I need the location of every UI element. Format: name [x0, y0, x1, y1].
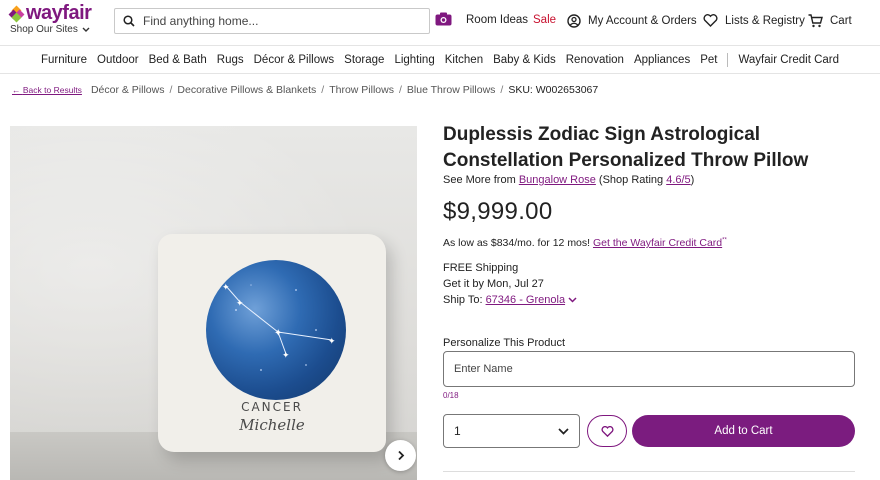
chevron-down-icon	[558, 427, 569, 435]
brand-line: See More from Bungalow Rose (Shop Rating…	[443, 174, 694, 186]
product-image[interactable]: ✦ ✦ ✦ ✦ ✦ CANCER Michelle	[10, 126, 417, 480]
chevron-right-icon	[397, 450, 404, 461]
account-label: My Account & Orders	[588, 15, 697, 27]
heart-icon	[600, 425, 614, 437]
cart-label: Cart	[830, 15, 852, 27]
account-icon	[567, 14, 581, 28]
nav-divider	[727, 52, 729, 67]
section-divider	[443, 471, 855, 472]
personalize-name-input[interactable]	[443, 351, 855, 387]
svg-text:✦: ✦	[222, 282, 230, 292]
rating-suffix: )	[690, 174, 695, 186]
product-price: $9,999.00	[443, 198, 553, 225]
financing-line: As low as $834/mo. for 12 mos! Get the W…	[443, 237, 727, 249]
shop-our-sites-dropdown[interactable]: Shop Our Sites	[10, 24, 90, 35]
search-icon[interactable]	[123, 15, 135, 27]
free-shipping-text: FREE Shipping	[443, 262, 519, 274]
favorite-button[interactable]	[587, 415, 627, 447]
breadcrumb-separator: /	[398, 84, 402, 96]
breadcrumb-separator: /	[169, 84, 173, 96]
account-link[interactable]: My Account & Orders	[567, 14, 697, 28]
nav-item-decor-pillows[interactable]: Décor & Pillows	[249, 54, 340, 66]
constellation-circle: ✦ ✦ ✦ ✦ ✦	[206, 260, 346, 400]
zodiac-sign-text: CANCER	[241, 400, 303, 414]
lists-registry-label: Lists & Registry	[725, 14, 805, 27]
breadcrumb-item[interactable]: Decorative Pillows & Blankets	[177, 84, 316, 96]
search-bar	[114, 8, 430, 34]
nav-item-kitchen[interactable]: Kitchen	[440, 54, 488, 66]
nav-item-outdoor[interactable]: Outdoor	[92, 54, 144, 66]
room-ideas-label: Room Ideas	[466, 14, 529, 26]
nav-item-furniture[interactable]: Furniture	[36, 54, 92, 66]
quantity-select[interactable]: 1	[443, 414, 580, 448]
shop-sites-label: Shop Our Sites	[10, 24, 78, 35]
search-input[interactable]	[143, 14, 403, 28]
wayfair-logo-mark-icon	[8, 5, 25, 22]
financing-footnote-mark: **	[722, 237, 727, 244]
nav-item-rugs[interactable]: Rugs	[212, 54, 249, 66]
svg-text:✦: ✦	[274, 328, 282, 339]
sku-label: SKU: W002653067	[508, 84, 599, 96]
category-nav: Furniture Outdoor Bed & Bath Rugs Décor …	[0, 46, 880, 74]
delivery-date-text: Get it by Mon, Jul 27	[443, 278, 544, 290]
back-to-results-label: Back to Results	[22, 85, 82, 95]
nav-item-credit-card[interactable]: Wayfair Credit Card	[733, 54, 844, 66]
cart-icon	[808, 14, 823, 28]
product-title: Duplessis Zodiac Sign Astrological Const…	[443, 124, 809, 171]
svg-text:✦: ✦	[282, 350, 290, 360]
chevron-down-icon	[82, 27, 90, 32]
ship-to-label: Ship To:	[443, 294, 483, 306]
sale-link[interactable]: Sale	[533, 14, 556, 26]
breadcrumb-item[interactable]: Throw Pillows	[329, 84, 394, 96]
breadcrumb-separator: /	[500, 84, 504, 96]
nav-item-renovation[interactable]: Renovation	[561, 54, 629, 66]
personalize-label: Personalize This Product	[443, 337, 566, 349]
next-image-button[interactable]	[385, 440, 416, 471]
credit-card-link[interactable]: Get the Wayfair Credit Card	[593, 237, 722, 249]
ship-to-zip-link[interactable]: 67346 - Grenola	[486, 294, 566, 306]
svg-text:✦: ✦	[328, 336, 336, 346]
camera-search-icon[interactable]	[435, 12, 452, 26]
nav-item-storage[interactable]: Storage	[339, 54, 389, 66]
heart-icon	[703, 14, 718, 27]
cart-link[interactable]: Cart	[808, 14, 852, 28]
logo-text: wayfair	[26, 2, 92, 24]
nav-item-appliances[interactable]: Appliances	[629, 54, 695, 66]
nav-item-baby-kids[interactable]: Baby & Kids	[488, 54, 561, 66]
nav-item-bed-bath[interactable]: Bed & Bath	[144, 54, 212, 66]
room-ideas-link[interactable]: Room Ideas	[466, 14, 528, 26]
nav-item-pet[interactable]: Pet	[695, 54, 722, 66]
wayfair-logo[interactable]: wayfair	[8, 2, 92, 25]
personalized-name-text: Michelle	[239, 416, 305, 434]
cancer-constellation-icon: ✦ ✦ ✦ ✦ ✦	[222, 282, 336, 371]
sale-label: Sale	[533, 14, 557, 26]
svg-text:✦: ✦	[236, 298, 244, 308]
back-to-results-link[interactable]: ← Back to Results	[12, 85, 82, 95]
ship-to-line: Ship To: 67346 - Grenola	[443, 294, 577, 306]
nav-item-lighting[interactable]: Lighting	[389, 54, 439, 66]
chevron-down-icon[interactable]	[568, 297, 577, 303]
brand-link[interactable]: Bungalow Rose	[519, 174, 596, 186]
financing-text: As low as $834/mo. for 12 mos!	[443, 237, 593, 249]
back-arrow-icon: ←	[12, 85, 21, 95]
site-header: wayfair Shop Our Sites Room Ideas Sale M…	[0, 0, 880, 46]
shop-rating-link[interactable]: 4.6/5	[666, 174, 690, 186]
quantity-value: 1	[454, 424, 461, 438]
breadcrumb: ← Back to Results Décor & Pillows / Deco…	[12, 84, 598, 96]
add-to-cart-button[interactable]: Add to Cart	[632, 415, 855, 447]
rating-prefix: (Shop Rating	[595, 174, 667, 186]
lists-registry-link[interactable]: Lists & Registry	[703, 14, 805, 27]
breadcrumb-item[interactable]: Blue Throw Pillows	[407, 84, 496, 96]
pillow: ✦ ✦ ✦ ✦ ✦ CANCER Michelle	[158, 234, 386, 452]
breadcrumb-separator: /	[321, 84, 325, 96]
see-more-prefix: See More from	[443, 174, 519, 186]
character-counter: 0/18	[443, 391, 459, 400]
breadcrumb-item[interactable]: Décor & Pillows	[91, 84, 165, 96]
